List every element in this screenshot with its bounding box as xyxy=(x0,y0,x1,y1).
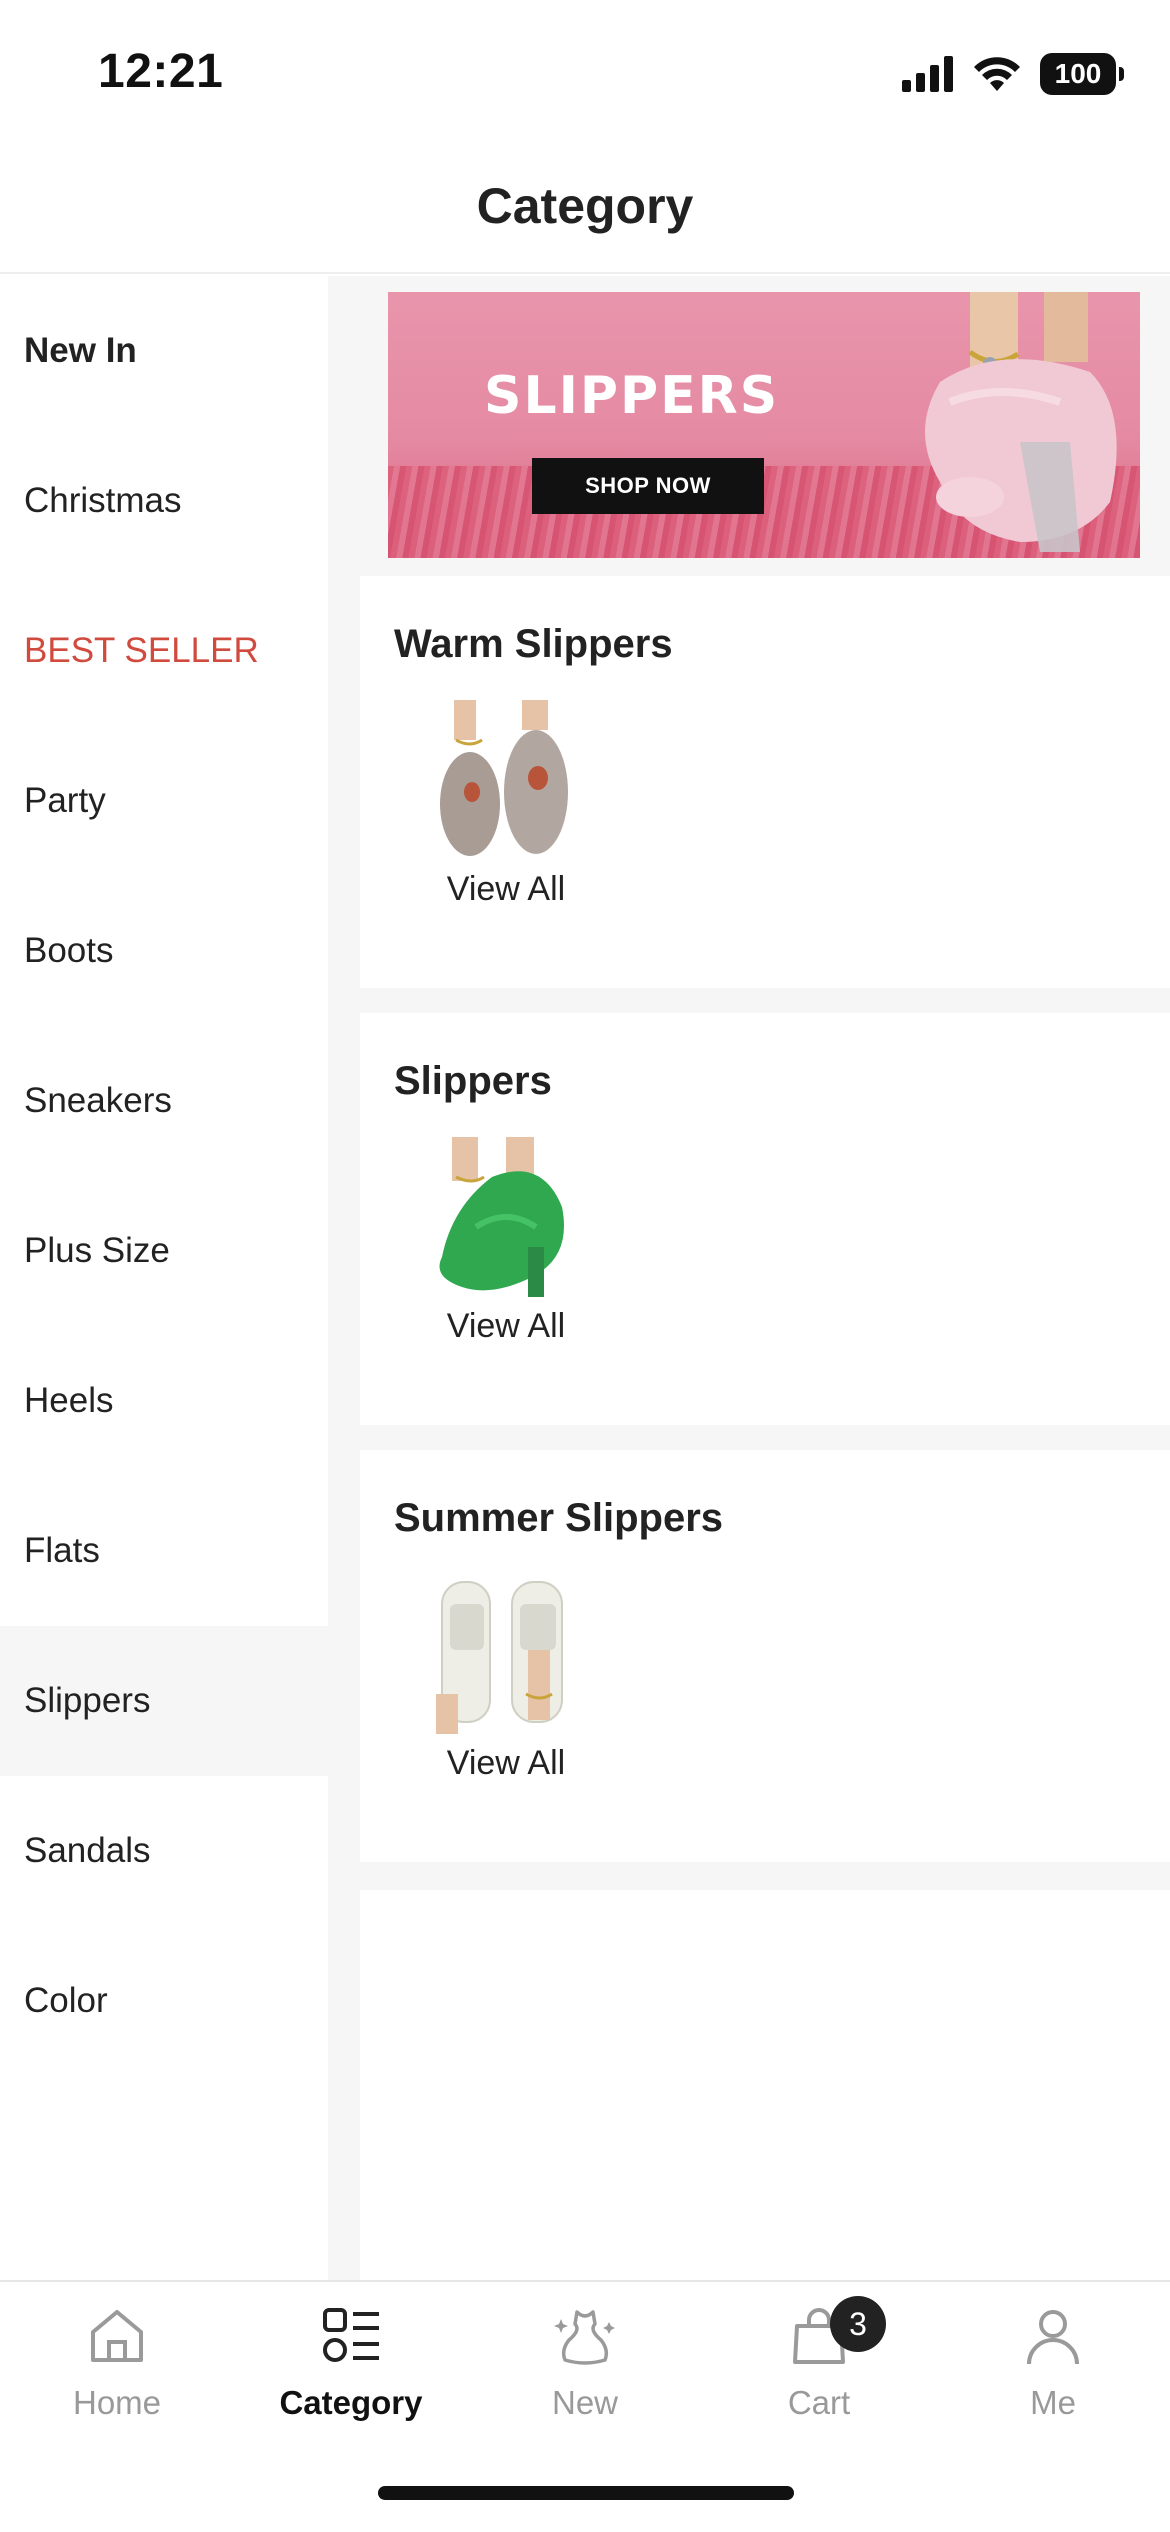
battery-icon: 100 xyxy=(1040,53,1124,95)
sidebar-item-label: Plus Size xyxy=(24,1231,170,1270)
sidebar-item-sandals[interactable]: Sandals xyxy=(0,1776,328,1926)
sidebar-item-slippers[interactable]: Slippers xyxy=(0,1626,328,1776)
tab-cart[interactable]: 3 Cart xyxy=(702,2296,936,2440)
sidebar-item-color[interactable]: Color xyxy=(0,1926,328,2076)
banner-slipper-image xyxy=(925,292,1117,552)
sidebar-item-christmas[interactable]: Christmas xyxy=(0,426,328,576)
promo-banner[interactable]: SLIPPERS SHOP NOW xyxy=(388,292,1140,558)
sidebar-item-label: New In xyxy=(24,331,137,370)
status-bar: 12:21 100 xyxy=(0,0,1170,140)
sidebar-item-label: Boots xyxy=(24,931,114,970)
status-icons: 100 xyxy=(902,52,1124,96)
sidebar-item-party[interactable]: Party xyxy=(0,726,328,876)
wifi-icon xyxy=(974,57,1020,91)
section-summer-slippers: Summer Slippers View All xyxy=(360,1450,1170,1862)
sidebar-item-label: Color xyxy=(24,1981,108,2020)
tab-new[interactable]: New xyxy=(468,2304,702,2440)
sidebar-item-boots[interactable]: Boots xyxy=(0,876,328,1026)
sidebar-item-sneakers[interactable]: Sneakers xyxy=(0,1026,328,1176)
section-title: Warm Slippers xyxy=(394,622,673,666)
section-title: Summer Slippers xyxy=(394,1496,724,1540)
sidebar-item-label: Heels xyxy=(24,1381,114,1420)
sidebar-item-label: Slippers xyxy=(24,1681,151,1720)
tab-label: Home xyxy=(72,2384,162,2421)
category-sidebar: New In Christmas BEST SELLER Party Boots… xyxy=(0,276,328,2280)
category-icon xyxy=(323,2308,379,2362)
sidebar-item-label: Sneakers xyxy=(24,1081,172,1120)
tab-label: Category xyxy=(279,2384,423,2421)
tab-home[interactable]: Home xyxy=(0,2304,234,2440)
sidebar-item-plus-size[interactable]: Plus Size xyxy=(0,1176,328,1326)
category-content[interactable]: SLIPPERS SHOP NOW Warm Slippers View All… xyxy=(360,276,1170,2280)
sidebar-item-label: Flats xyxy=(24,1531,100,1570)
view-all-label: View All xyxy=(446,1744,566,1782)
sidebar-item-label: Party xyxy=(24,781,106,820)
section-title: Slippers xyxy=(394,1059,552,1103)
sidebar-item-best-seller[interactable]: BEST SELLER xyxy=(0,576,328,726)
sidebar-item-label: Christmas xyxy=(24,481,182,520)
sidebar-item-flats[interactable]: Flats xyxy=(0,1476,328,1626)
cellular-signal-icon xyxy=(902,56,953,92)
tab-label: Cart xyxy=(787,2384,851,2421)
tab-me[interactable]: Me xyxy=(936,2304,1170,2440)
shop-now-button[interactable]: SHOP NOW xyxy=(532,458,764,514)
empty-panel xyxy=(360,1890,1170,2280)
sidebar-item-label: Sandals xyxy=(24,1831,151,1870)
view-all-label: View All xyxy=(446,1307,566,1345)
view-all-tile[interactable]: View All xyxy=(420,1574,592,1783)
view-all-label: View All xyxy=(446,870,566,908)
sidebar-item-heels[interactable]: Heels xyxy=(0,1326,328,1476)
cart-badge: 3 xyxy=(830,2296,886,2352)
sidebar-divider xyxy=(328,276,360,2280)
page-title: Category xyxy=(476,178,694,234)
page-header: Category xyxy=(0,140,1170,274)
view-all-tile[interactable]: View All xyxy=(420,1137,592,1346)
view-all-tile[interactable]: View All xyxy=(420,700,592,909)
home-indicator xyxy=(378,2486,794,2500)
status-time: 12:21 xyxy=(98,45,224,98)
tab-label: Me xyxy=(1030,2384,1076,2421)
section-warm-slippers: Warm Slippers View All xyxy=(360,576,1170,988)
sidebar-item-label: BEST SELLER xyxy=(24,631,259,670)
sparkle-dress-icon xyxy=(554,2310,615,2365)
warm-slippers-image xyxy=(440,700,568,856)
sidebar-item-new-in[interactable]: New In xyxy=(0,276,328,426)
banner-title: SLIPPERS xyxy=(484,366,780,426)
battery-level: 100 xyxy=(1054,58,1102,89)
tab-label: New xyxy=(551,2384,619,2421)
slippers-image xyxy=(439,1137,564,1297)
summer-slippers-image xyxy=(436,1574,576,1734)
tab-category[interactable]: Category xyxy=(234,2304,468,2440)
person-icon xyxy=(1027,2310,1079,2365)
section-slippers: Slippers View All xyxy=(360,1013,1170,1425)
home-icon xyxy=(91,2310,143,2362)
